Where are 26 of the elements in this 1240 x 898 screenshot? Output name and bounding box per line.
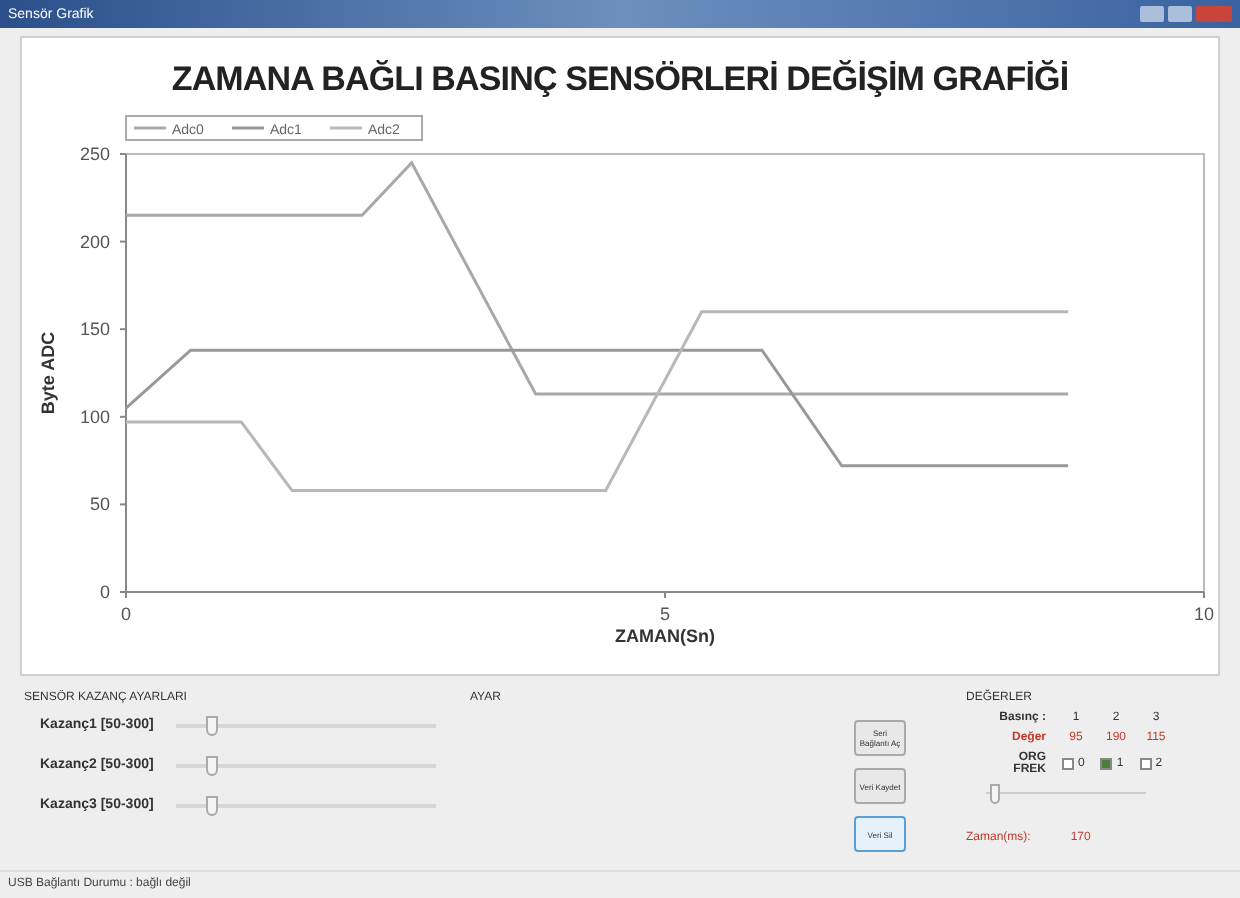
slider-thumb[interactable] (989, 784, 999, 804)
y-tick-label: 100 (79, 406, 110, 427)
slider-thumb[interactable] (205, 716, 218, 736)
slider-thumb[interactable] (205, 756, 218, 776)
chart-title: ZAMANA BAĞLI BASINÇ SENSÖRLERİ DEĞİŞİM GRAFİĞİ (169, 58, 1071, 102)
y-tick-label: 50 (89, 494, 110, 515)
y-tick-label: 250 (79, 144, 110, 164)
minimize-button[interactable] (1140, 6, 1164, 22)
maximize-button[interactable] (1168, 6, 1192, 22)
slider[interactable] (176, 756, 436, 776)
x-tick-label: 10 (1194, 604, 1214, 624)
x-axis-label: ZAMAN(Sn) (615, 626, 715, 646)
slider-thumb[interactable] (205, 796, 218, 816)
checkbox[interactable] (1062, 758, 1074, 770)
y-tick-label: 200 (79, 231, 110, 252)
slider[interactable] (176, 796, 436, 816)
y-tick-label: 0 (99, 582, 110, 602)
x-tick-label: 0 (121, 604, 131, 624)
slider[interactable] (176, 716, 436, 736)
x-tick-label: 5 (660, 604, 670, 624)
close-button[interactable] (1196, 6, 1232, 22)
y-axis-label: Byte ADC (38, 331, 58, 415)
checkbox[interactable] (1100, 758, 1113, 770)
checkbox[interactable] (1139, 758, 1152, 770)
slider[interactable] (986, 784, 1146, 804)
y-tick-label: 150 (79, 319, 110, 340)
